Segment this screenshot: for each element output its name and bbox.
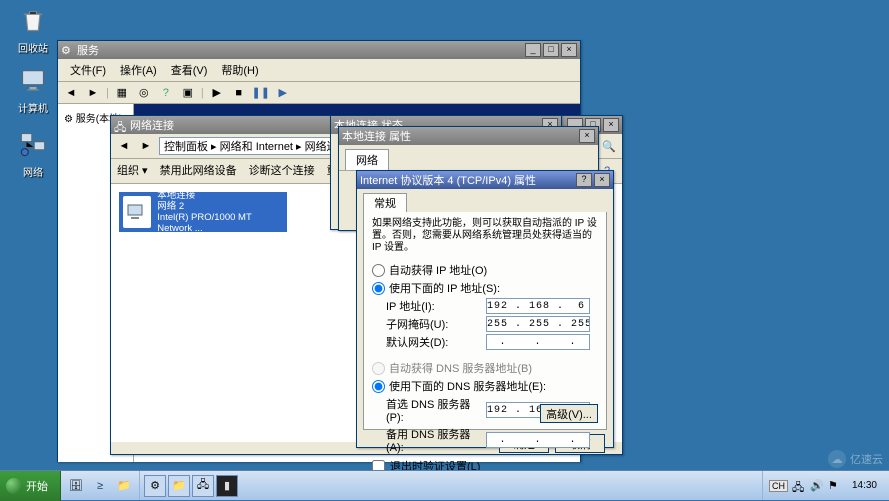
back-button[interactable]: ◄ [115,137,133,155]
gateway-input[interactable] [486,334,590,350]
tab-network[interactable]: 网络 [345,149,389,170]
menu-help[interactable]: 帮助(H) [215,61,264,79]
tray-icon[interactable]: ⚑ [828,479,842,493]
close-button[interactable]: × [579,129,595,143]
restart-button[interactable]: ▶ [274,84,292,102]
close-button[interactable]: × [603,118,619,132]
watermark: ☁ 亿速云 [828,450,883,468]
stop-button[interactable]: ■ [230,84,248,102]
ip-address-input[interactable] [486,298,590,314]
cmd-organize[interactable]: 组织 ▾ [117,162,148,180]
ip-address-label: IP 地址(I): [386,298,486,314]
task-cmd[interactable]: ▮ [216,475,238,497]
network-icon [17,128,49,160]
gateway-label: 默认网关(D): [386,334,486,350]
window-title: 网络连接 [130,117,174,133]
tray-icon[interactable]: 🖧 [792,479,806,493]
radio-auto-ip[interactable]: 自动获得 IP 地址(O) [372,262,598,278]
system-tray: CH 🖧 🔊 ⚑ 14:30 [762,471,889,500]
start-button[interactable]: 开始 [0,471,61,501]
ipv4-description: 如果网络支持此功能，则可以获取自动指派的 IP 设置。否则，您需要从网络系统管理… [372,218,598,254]
services-menubar: 文件(F) 操作(A) 查看(V) 帮助(H) [58,59,580,82]
desktop-icon-network[interactable]: 网络 [8,128,58,179]
toolbar-button[interactable]: ▣ [179,84,197,102]
minimize-button[interactable]: _ [525,43,541,57]
subnet-mask-input[interactable] [486,316,590,332]
gear-icon: ⚙ [61,44,73,56]
radio-manual-dns[interactable]: 使用下面的 DNS 服务器地址(E): [372,378,598,394]
desktop-icon-label: 计算机 [8,100,58,115]
tab-general[interactable]: 常规 [363,193,407,212]
ql-powershell[interactable]: ≥ [89,475,111,497]
ql-explorer[interactable]: 📁 [113,475,135,497]
clock[interactable]: 14:30 [846,480,883,491]
connection-status: 网络 2 [157,201,283,212]
services-titlebar[interactable]: ⚙ 服务 _ □ × [58,41,580,59]
network-icon: 🖧 [114,119,126,131]
connection-name: 本地连接 [157,190,283,201]
advanced-button[interactable]: 高级(V)... [540,404,598,423]
desktop-icon-label: 网络 [8,164,58,179]
tray-icon[interactable]: 🔊 [810,479,824,493]
cloud-icon: ☁ [828,450,846,468]
radio-auto-dns: 自动获得 DNS 服务器地址(B) [372,360,598,376]
toolbar-button[interactable]: ▦ [113,84,131,102]
search-button[interactable]: 🔍 [600,137,618,155]
quick-launch: 🗄 ≥ 📁 [61,471,140,500]
connection-item-local[interactable]: 本地连接 网络 2 Intel(R) PRO/1000 MT Network .… [119,192,287,232]
ipv4-titlebar[interactable]: Internet 协议版本 4 (TCP/IPv4) 属性 ? × [357,171,613,189]
localprops-titlebar[interactable]: 本地连接 属性 × [339,127,598,145]
desktop-icon-computer[interactable]: 计算机 [8,64,58,115]
ipv4-properties-dialog: Internet 协议版本 4 (TCP/IPv4) 属性 ? × 常规 如果网… [356,170,614,448]
menu-file[interactable]: 文件(F) [64,61,112,79]
recycle-bin-icon [17,4,49,36]
back-button[interactable]: ◄ [62,84,80,102]
ql-server-manager[interactable]: 🗄 [65,475,87,497]
task-explorer[interactable]: 📁 [168,475,190,497]
close-button[interactable]: × [594,173,610,187]
task-services[interactable]: ⚙ [144,475,166,497]
desktop-icon-label: 回收站 [8,40,58,55]
language-indicator[interactable]: CH [769,480,788,492]
cmd-disable[interactable]: 禁用此网络设备 [160,162,237,180]
task-network[interactable]: 🖧 [192,475,214,497]
dns2-label: 备用 DNS 服务器(A): [386,426,486,454]
forward-button[interactable]: ► [137,137,155,155]
window-title: 本地连接 属性 [342,128,411,144]
menu-view[interactable]: 查看(V) [165,61,214,79]
menu-action[interactable]: 操作(A) [114,61,163,79]
maximize-button[interactable]: □ [543,43,559,57]
help-button[interactable]: ? [576,173,592,187]
computer-icon [17,64,49,96]
window-title: 服务 [77,42,99,58]
adapter-icon [123,196,151,228]
services-toolbar: ◄ ► | ▦ ◎ ? ▣ | ▶ ■ ❚❚ ▶ [58,82,580,104]
window-title: Internet 协议版本 4 (TCP/IPv4) 属性 [360,172,536,188]
subnet-mask-label: 子网掩码(U): [386,316,486,332]
help-button[interactable]: ? [157,84,175,102]
dns1-label: 首选 DNS 服务器(P): [386,396,486,424]
connection-adapter: Intel(R) PRO/1000 MT Network ... [157,212,283,234]
start-orb-icon [6,478,22,494]
desktop-icon-recyclebin[interactable]: 回收站 [8,4,58,55]
close-button[interactable]: × [561,43,577,57]
taskbar: 开始 🗄 ≥ 📁 ⚙ 📁 🖧 ▮ CH 🖧 🔊 ⚑ 14:30 [0,470,889,500]
task-buttons: ⚙ 📁 🖧 ▮ [140,471,242,500]
toolbar-button[interactable]: ◎ [135,84,153,102]
play-button[interactable]: ▶ [208,84,226,102]
dns2-input[interactable] [486,432,590,448]
forward-button[interactable]: ► [84,84,102,102]
radio-manual-ip[interactable]: 使用下面的 IP 地址(S): [372,280,598,296]
pause-button[interactable]: ❚❚ [252,84,270,102]
cmd-diagnose[interactable]: 诊断这个连接 [249,162,315,180]
